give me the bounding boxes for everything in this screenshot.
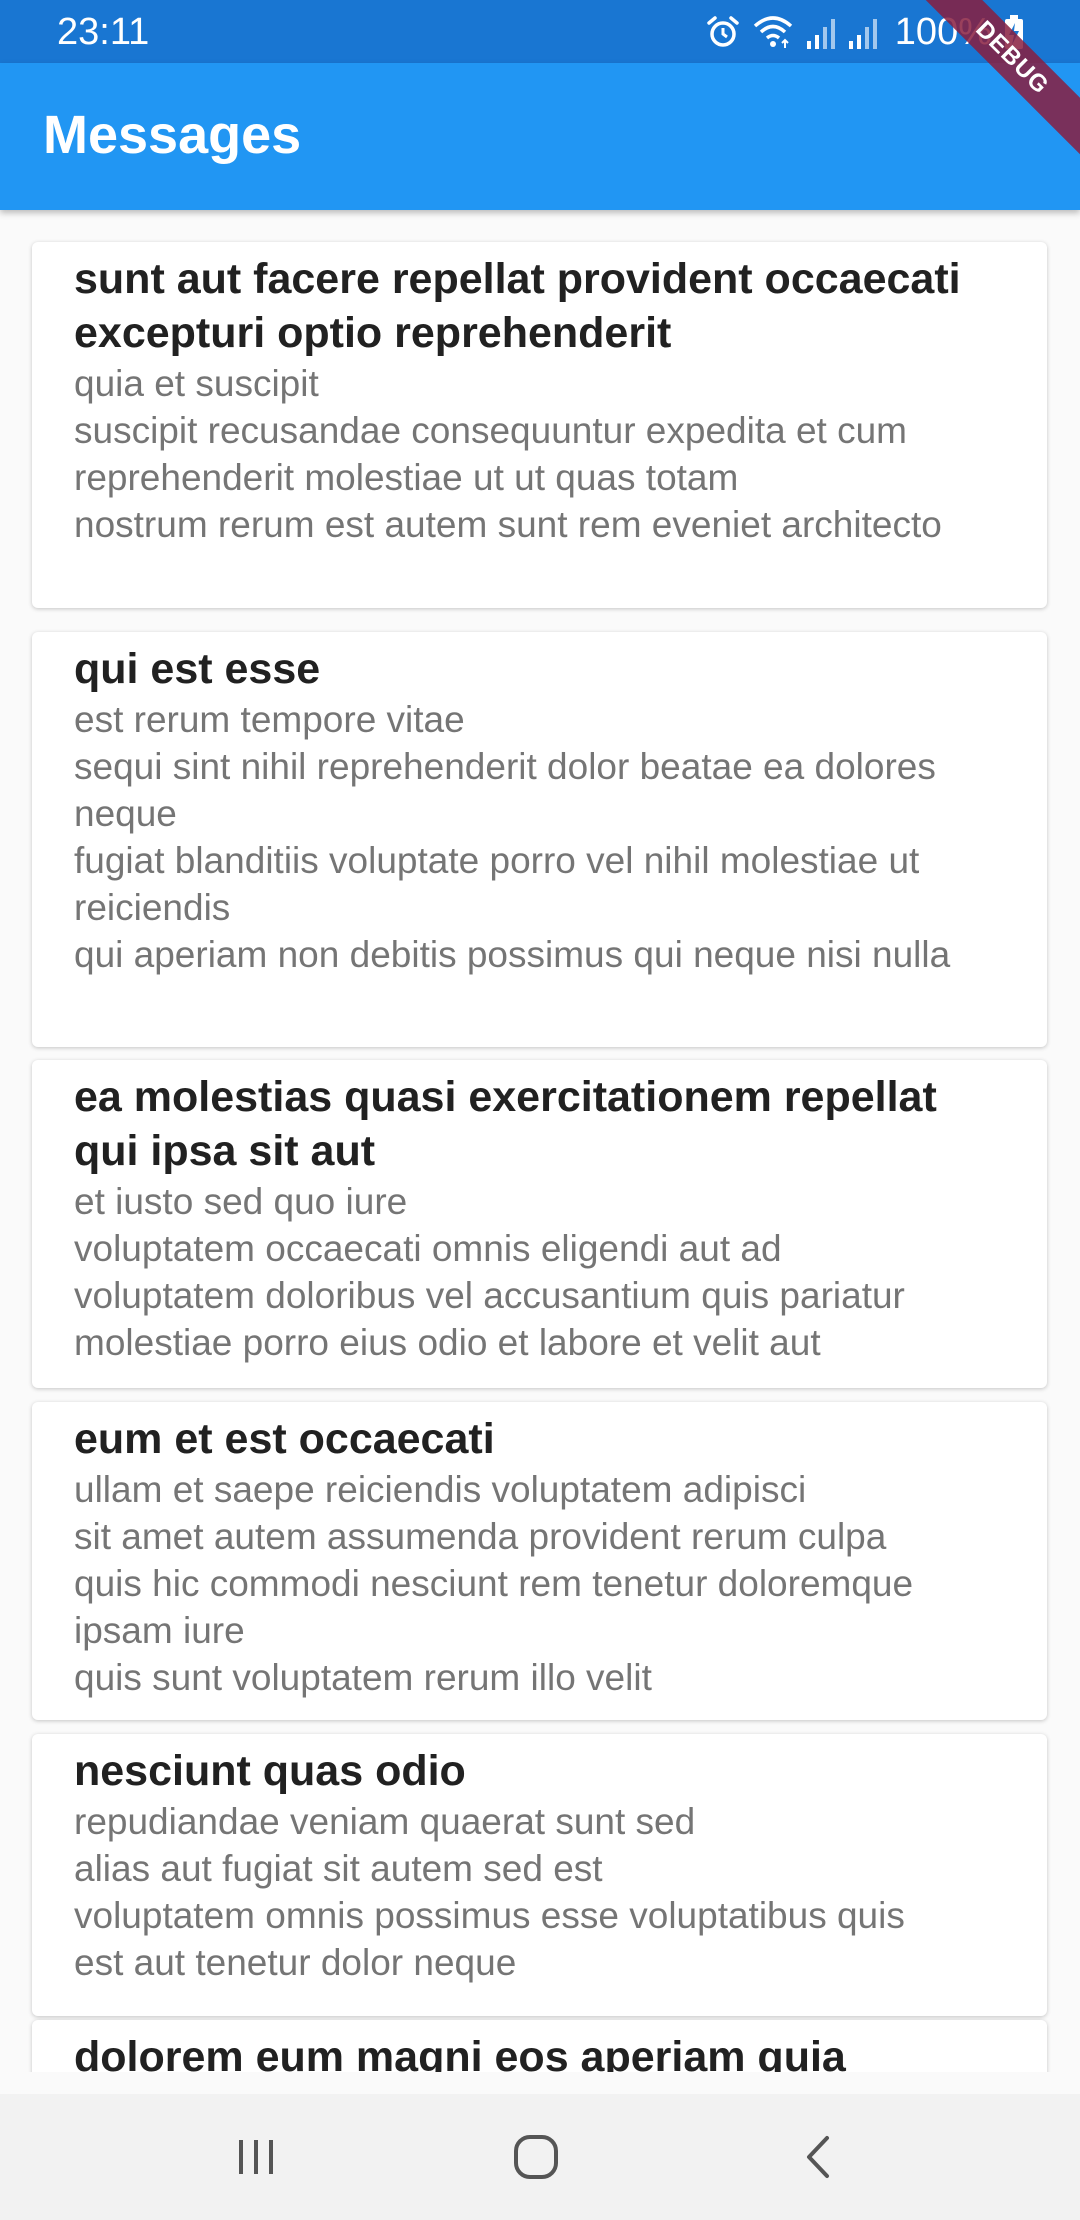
recent-apps-icon — [239, 2140, 273, 2174]
screen: 23:11 100% Messages DEBUG sunt aut facer… — [0, 0, 1080, 2220]
message-card[interactable]: sunt aut facere repellat provident occae… — [32, 242, 1047, 608]
message-card[interactable]: dolorem eum magni eos aperiam quia — [32, 2020, 1047, 2072]
status-bar: 23:11 100% — [0, 0, 1080, 63]
message-card[interactable]: ea molestias quasi exercitationem repell… — [32, 1060, 1047, 1388]
signal-icon — [848, 19, 877, 49]
recent-apps-button[interactable] — [220, 2121, 292, 2193]
message-title: nesciunt quas odio — [74, 1747, 466, 1795]
message-body: quia et suscipit suscipit recusandae con… — [74, 363, 942, 545]
app-bar: Messages — [0, 63, 1080, 210]
message-title: sunt aut facere repellat provident occae… — [74, 255, 961, 357]
status-icons: 100% — [705, 10, 1024, 54]
message-card[interactable]: nesciunt quas odio repudiandae veniam qu… — [32, 1734, 1047, 2016]
message-body: et iusto sed quo iure voluptatem occaeca… — [74, 1181, 905, 1363]
battery-charging-icon — [1005, 15, 1023, 49]
page-title: Messages — [43, 105, 302, 165]
message-body: repudiandae veniam quaerat sunt sed alia… — [74, 1801, 905, 1983]
message-title: ea molestias quasi exercitationem repell… — [74, 1073, 937, 1175]
home-button[interactable] — [500, 2121, 572, 2193]
back-button[interactable] — [783, 2121, 855, 2193]
message-body: est rerum tempore vitae sequi sint nihil… — [74, 699, 951, 975]
status-time: 23:11 — [57, 11, 150, 53]
message-title: eum et est occaecati — [74, 1415, 495, 1463]
message-title: dolorem eum magni eos aperiam quia — [74, 2033, 846, 2072]
back-icon — [807, 2136, 829, 2178]
signal-icon — [806, 19, 835, 49]
alarm-icon — [707, 16, 739, 47]
message-title: qui est esse — [74, 645, 321, 693]
message-card[interactable]: qui est esse est rerum tempore vitae seq… — [32, 632, 1047, 1047]
message-list[interactable]: sunt aut facere repellat provident occae… — [0, 210, 1080, 2072]
wifi-icon — [753, 16, 792, 48]
message-card[interactable]: eum et est occaecati ullam et saepe reic… — [32, 1402, 1047, 1720]
message-body: ullam et saepe reiciendis voluptatem adi… — [74, 1469, 914, 1698]
battery-percent: 100% — [894, 11, 992, 53]
navigation-bar — [0, 2094, 1080, 2220]
home-icon — [514, 2135, 558, 2179]
